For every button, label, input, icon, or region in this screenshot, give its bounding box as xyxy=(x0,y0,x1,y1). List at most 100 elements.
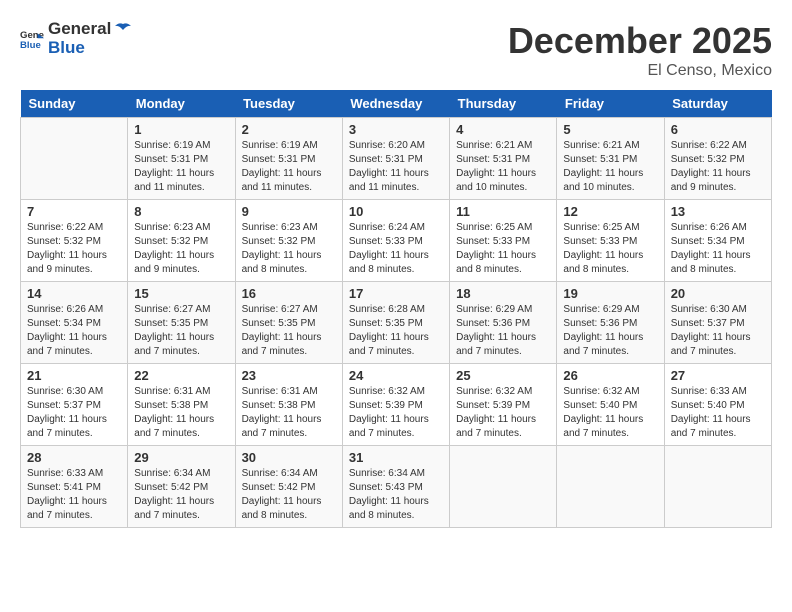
calendar-week-row: 28 Sunrise: 6:33 AMSunset: 5:41 PMDayligh… xyxy=(21,446,772,528)
calendar-cell: 5 Sunrise: 6:21 AMSunset: 5:31 PMDaylight… xyxy=(557,118,664,200)
day-info: Sunrise: 6:21 AMSunset: 5:31 PMDaylight:… xyxy=(563,139,657,195)
day-number: 6 xyxy=(671,122,765,137)
day-number: 10 xyxy=(349,204,443,219)
day-number: 7 xyxy=(27,204,121,219)
day-number: 14 xyxy=(27,286,121,301)
day-info: Sunrise: 6:23 AMSunset: 5:32 PMDaylight:… xyxy=(134,221,228,277)
logo: General Blue General Blue xyxy=(20,20,133,57)
calendar-cell: 18Sunrise: 6:29 AMSunset: 5:36 PMDayligh… xyxy=(450,282,557,364)
calendar-cell: 25Sunrise: 6:32 AMSunset: 5:39 PMDayligh… xyxy=(450,364,557,446)
calendar-cell: 12 Sunrise: 6:25 AMSunset: 5:33 PMDayligh… xyxy=(557,200,664,282)
day-number: 24 xyxy=(349,368,443,383)
day-number: 12 xyxy=(563,204,657,219)
day-number: 13 xyxy=(671,204,765,219)
day-number: 22 xyxy=(134,368,228,383)
calendar-cell xyxy=(557,446,664,528)
header-saturday: Saturday xyxy=(664,90,771,118)
day-number: 3 xyxy=(349,122,443,137)
calendar-cell: 14 Sunrise: 6:26 AMSunset: 5:34 PMDayligh… xyxy=(21,282,128,364)
calendar-cell: 23 Sunrise: 6:31 AMSunset: 5:38 PMDayligh… xyxy=(235,364,342,446)
day-info: Sunrise: 6:22 AMSunset: 5:32 PMDaylight:… xyxy=(671,139,765,195)
day-number: 18 xyxy=(456,286,550,301)
calendar-cell: 27Sunrise: 6:33 AMSunset: 5:40 PMDayligh… xyxy=(664,364,771,446)
day-number: 1 xyxy=(134,122,228,137)
day-info: Sunrise: 6:32 AMSunset: 5:39 PMDaylight:… xyxy=(456,385,550,441)
header-thursday: Thursday xyxy=(450,90,557,118)
day-info: Sunrise: 6:19 AMSunset: 5:31 PMDaylight:… xyxy=(242,139,336,195)
header-sunday: Sunday xyxy=(21,90,128,118)
day-info: Sunrise: 6:26 AMSunset: 5:34 PMDaylight:… xyxy=(27,303,121,359)
day-info: Sunrise: 6:29 AMSunset: 5:36 PMDaylight:… xyxy=(563,303,657,359)
day-number: 8 xyxy=(134,204,228,219)
calendar-cell: 20Sunrise: 6:30 AMSunset: 5:37 PMDayligh… xyxy=(664,282,771,364)
day-number: 16 xyxy=(242,286,336,301)
calendar-week-row: 21 Sunrise: 6:30 AMSunset: 5:37 PMDayligh… xyxy=(21,364,772,446)
day-number: 11 xyxy=(456,204,550,219)
calendar-cell: 17 Sunrise: 6:28 AMSunset: 5:35 PMDayligh… xyxy=(342,282,449,364)
day-number: 28 xyxy=(27,450,121,465)
day-info: Sunrise: 6:26 AMSunset: 5:34 PMDaylight:… xyxy=(671,221,765,277)
day-info: Sunrise: 6:25 AMSunset: 5:33 PMDaylight:… xyxy=(563,221,657,277)
header-monday: Monday xyxy=(128,90,235,118)
day-info: Sunrise: 6:24 AMSunset: 5:33 PMDaylight:… xyxy=(349,221,443,277)
calendar-cell xyxy=(450,446,557,528)
calendar-cell: 13 Sunrise: 6:26 AMSunset: 5:34 PMDayligh… xyxy=(664,200,771,282)
day-number: 20 xyxy=(671,286,765,301)
day-number: 5 xyxy=(563,122,657,137)
calendar-cell: 30 Sunrise: 6:34 AMSunset: 5:42 PMDayligh… xyxy=(235,446,342,528)
calendar-cell: 16 Sunrise: 6:27 AMSunset: 5:35 PMDayligh… xyxy=(235,282,342,364)
day-info: Sunrise: 6:33 AMSunset: 5:41 PMDaylight:… xyxy=(27,467,121,523)
day-number: 2 xyxy=(242,122,336,137)
logo-blue: Blue xyxy=(48,39,133,58)
day-number: 15 xyxy=(134,286,228,301)
calendar-table: SundayMondayTuesdayWednesdayThursdayFrid… xyxy=(20,90,772,528)
calendar-cell: 21 Sunrise: 6:30 AMSunset: 5:37 PMDayligh… xyxy=(21,364,128,446)
calendar-header-row: SundayMondayTuesdayWednesdayThursdayFrid… xyxy=(21,90,772,118)
day-number: 21 xyxy=(27,368,121,383)
calendar-cell: 28 Sunrise: 6:33 AMSunset: 5:41 PMDayligh… xyxy=(21,446,128,528)
calendar-week-row: 7 Sunrise: 6:22 AMSunset: 5:32 PMDaylight… xyxy=(21,200,772,282)
calendar-cell xyxy=(21,118,128,200)
day-number: 23 xyxy=(242,368,336,383)
day-number: 30 xyxy=(242,450,336,465)
calendar-cell: 15 Sunrise: 6:27 AMSunset: 5:35 PMDayligh… xyxy=(128,282,235,364)
day-number: 9 xyxy=(242,204,336,219)
day-number: 29 xyxy=(134,450,228,465)
calendar-cell: 3 Sunrise: 6:20 AMSunset: 5:31 PMDaylight… xyxy=(342,118,449,200)
calendar-cell: 8 Sunrise: 6:23 AMSunset: 5:32 PMDaylight… xyxy=(128,200,235,282)
calendar-cell: 7 Sunrise: 6:22 AMSunset: 5:32 PMDaylight… xyxy=(21,200,128,282)
calendar-cell: 24Sunrise: 6:32 AMSunset: 5:39 PMDayligh… xyxy=(342,364,449,446)
month-title: December 2025 xyxy=(508,20,772,62)
day-info: Sunrise: 6:34 AMSunset: 5:42 PMDaylight:… xyxy=(242,467,336,523)
header-friday: Friday xyxy=(557,90,664,118)
calendar-cell xyxy=(664,446,771,528)
day-info: Sunrise: 6:31 AMSunset: 5:38 PMDaylight:… xyxy=(242,385,336,441)
day-info: Sunrise: 6:25 AMSunset: 5:33 PMDaylight:… xyxy=(456,221,550,277)
day-info: Sunrise: 6:23 AMSunset: 5:32 PMDaylight:… xyxy=(242,221,336,277)
day-info: Sunrise: 6:22 AMSunset: 5:32 PMDaylight:… xyxy=(27,221,121,277)
header-wednesday: Wednesday xyxy=(342,90,449,118)
calendar-cell: 9 Sunrise: 6:23 AMSunset: 5:32 PMDaylight… xyxy=(235,200,342,282)
day-info: Sunrise: 6:34 AMSunset: 5:42 PMDaylight:… xyxy=(134,467,228,523)
calendar-cell: 11 Sunrise: 6:25 AMSunset: 5:33 PMDayligh… xyxy=(450,200,557,282)
calendar-body: 1 Sunrise: 6:19 AMSunset: 5:31 PMDaylight… xyxy=(21,118,772,528)
day-number: 19 xyxy=(563,286,657,301)
calendar-cell: 10 Sunrise: 6:24 AMSunset: 5:33 PMDayligh… xyxy=(342,200,449,282)
day-info: Sunrise: 6:30 AMSunset: 5:37 PMDaylight:… xyxy=(27,385,121,441)
day-number: 26 xyxy=(563,368,657,383)
logo-general: General xyxy=(48,20,111,39)
day-info: Sunrise: 6:28 AMSunset: 5:35 PMDaylight:… xyxy=(349,303,443,359)
calendar-cell: 29 Sunrise: 6:34 AMSunset: 5:42 PMDayligh… xyxy=(128,446,235,528)
day-info: Sunrise: 6:33 AMSunset: 5:40 PMDaylight:… xyxy=(671,385,765,441)
calendar-cell: 19 Sunrise: 6:29 AMSunset: 5:36 PMDayligh… xyxy=(557,282,664,364)
logo-icon: General Blue xyxy=(20,27,44,51)
day-info: Sunrise: 6:27 AMSunset: 5:35 PMDaylight:… xyxy=(242,303,336,359)
day-number: 17 xyxy=(349,286,443,301)
location-title: El Censo, Mexico xyxy=(508,62,772,80)
logo-bird-icon xyxy=(113,22,133,36)
calendar-cell: 22 Sunrise: 6:31 AMSunset: 5:38 PMDayligh… xyxy=(128,364,235,446)
day-info: Sunrise: 6:27 AMSunset: 5:35 PMDaylight:… xyxy=(134,303,228,359)
calendar-cell: 4Sunrise: 6:21 AMSunset: 5:31 PMDaylight… xyxy=(450,118,557,200)
day-info: Sunrise: 6:20 AMSunset: 5:31 PMDaylight:… xyxy=(349,139,443,195)
day-info: Sunrise: 6:31 AMSunset: 5:38 PMDaylight:… xyxy=(134,385,228,441)
